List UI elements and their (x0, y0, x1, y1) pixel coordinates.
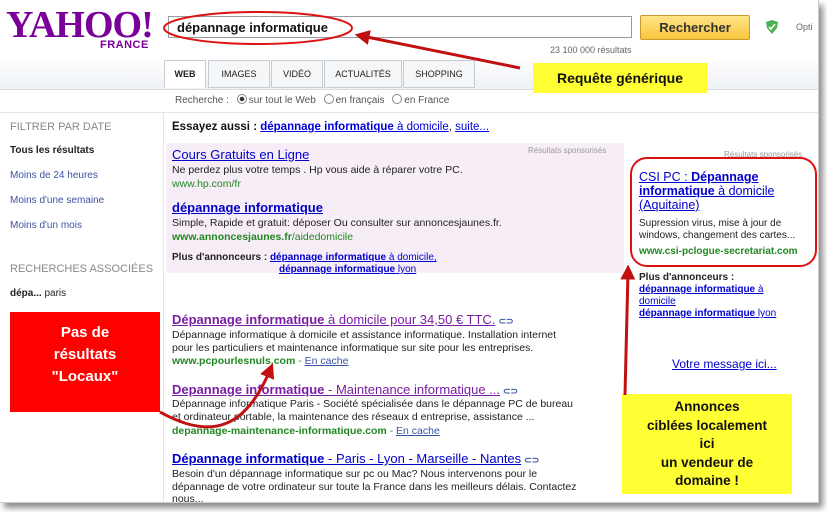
tab-actualites[interactable]: ACTUALITÉS (324, 60, 402, 88)
sponsored-url-1[interactable]: www.hp.com/fr (172, 178, 241, 190)
more-advertisers-link-1[interactable]: dépannage informatique à domicile, (270, 252, 437, 263)
search-scope: Recherche : sur tout le Web en français … (175, 94, 449, 106)
result-title-1[interactable]: Dépannage informatique à domicile pour 3… (172, 312, 514, 327)
right-more-link-2[interactable]: dépannage informatique lyon (639, 308, 776, 319)
sponsored-desc-1: Ne perdez plus votre temps . Hp vous aid… (172, 164, 463, 176)
right-ad-url[interactable]: www.csi-pclogue-secretariat.com (639, 246, 798, 257)
result-count: 23 100 000 résultats (550, 45, 632, 55)
scope-radio-france[interactable] (392, 94, 403, 104)
sponsored-title-1[interactable]: Cours Gratuits en Ligne (172, 147, 309, 162)
tab-images[interactable]: IMAGES (208, 60, 270, 88)
right-sponsored-label: Résultats sponsorisés (724, 150, 803, 159)
sponsored-desc-2: Simple, Rapide et gratuit: déposer Ou co… (172, 217, 502, 229)
right-ad-desc: Supression virus, mise à jour de windows,… (639, 218, 796, 241)
search-button[interactable]: Rechercher (640, 15, 750, 40)
try-also-label: Essayez aussi : (172, 121, 258, 133)
result-title-3[interactable]: Dépannage informatique - Paris - Lyon - … (172, 451, 539, 466)
tab-video[interactable]: VIDÉO (271, 60, 323, 88)
filter-heading: FILTRER PAR DATE (10, 121, 112, 133)
filter-all[interactable]: Tous les résultats (10, 145, 94, 156)
cache-link-2[interactable]: En cache (396, 425, 440, 437)
result-title-2[interactable]: Depannage informatique - Maintenance inf… (172, 382, 518, 397)
try-also: Essayez aussi : dépannage informatique à… (172, 121, 490, 133)
annotation-targeted-ads: Annonces ciblées localement ici un vendeur … (622, 394, 792, 494)
sponsored-label: Résultats sponsorisés (528, 146, 607, 155)
related-item-rest: paris (44, 288, 67, 299)
your-ad-here-link[interactable]: Votre message ici... (672, 357, 777, 371)
related-item[interactable]: dépa... paris (10, 288, 66, 299)
result-desc-3: Besoin d'un dépannage informatique sur p… (172, 468, 577, 503)
cache-link-1[interactable]: En cache (305, 355, 349, 367)
filter-month[interactable]: Moins d'un mois (10, 220, 82, 231)
annotation-generic-query: Requête générique (533, 63, 707, 93)
result-url-2: depannage-maintenance-informatique.com -… (172, 425, 440, 437)
scope-option-france: en France (404, 95, 450, 106)
preview-icon[interactable]: ⊂⊃ (503, 386, 518, 397)
options-link[interactable]: Opti (796, 22, 813, 32)
related-heading: RECHERCHES ASSOCIÉES (10, 263, 154, 275)
tab-shopping[interactable]: SHOPPING (403, 60, 475, 88)
arrow-to-right-ad (620, 264, 636, 396)
scope-radio-web[interactable] (236, 94, 247, 104)
try-also-link[interactable]: dépannage informatique à domicile (260, 121, 449, 133)
more-advertisers-link-2[interactable]: dépannage informatique lyon (279, 264, 416, 275)
sponsored-url-2[interactable]: www.annoncesjaunes.fr/aidedomicile (172, 231, 353, 243)
result-url-1: www.pcpourlesnuls.com - En cache (172, 355, 349, 367)
header-divider (0, 112, 818, 113)
right-more-advertisers: Plus d'annonceurs : dépannage informatiq… (639, 272, 777, 319)
search-input[interactable] (168, 16, 632, 38)
try-also-more[interactable]: suite... (455, 121, 489, 133)
scope-radio-french[interactable] (323, 94, 334, 104)
scope-option-web: sur tout le Web (248, 95, 316, 106)
filter-24h[interactable]: Moins de 24 heures (10, 170, 98, 181)
logo-subtitle: FRANCE (100, 39, 149, 51)
tab-web[interactable]: WEB (164, 60, 206, 88)
preview-icon[interactable]: ⊂⊃ (498, 316, 513, 327)
more-advertisers: Plus d'annonceurs : dépannage informatiq… (172, 252, 437, 275)
shield-icon (766, 20, 778, 34)
browser-frame: YAHOO! FRANCE Rechercher Opti 23 100 000… (0, 0, 819, 503)
yahoo-logo[interactable]: YAHOO! FRANCE (6, 6, 156, 51)
sidebar-divider (163, 113, 164, 502)
right-ad-title[interactable]: CSI PC : Dépannage informatique à domicil… (639, 170, 814, 212)
preview-icon[interactable]: ⊂⊃ (524, 455, 539, 466)
right-more-link-1[interactable]: dépannage informatique à domicile (639, 284, 763, 307)
result-desc-2: Dépannage informatique Paris - Société s… (172, 398, 574, 423)
sponsored-title-2[interactable]: dépannage informatique (172, 200, 323, 215)
scope-option-french: en français (335, 95, 385, 106)
related-item-bold: dépa... (10, 288, 42, 299)
result-desc-1: Dépannage informatique à domicile et ass… (172, 329, 557, 354)
scope-label: Recherche : (175, 95, 229, 106)
annotation-no-local: Pas de résultats "Locaux" (10, 312, 160, 412)
filter-week[interactable]: Moins d'une semaine (10, 195, 104, 206)
